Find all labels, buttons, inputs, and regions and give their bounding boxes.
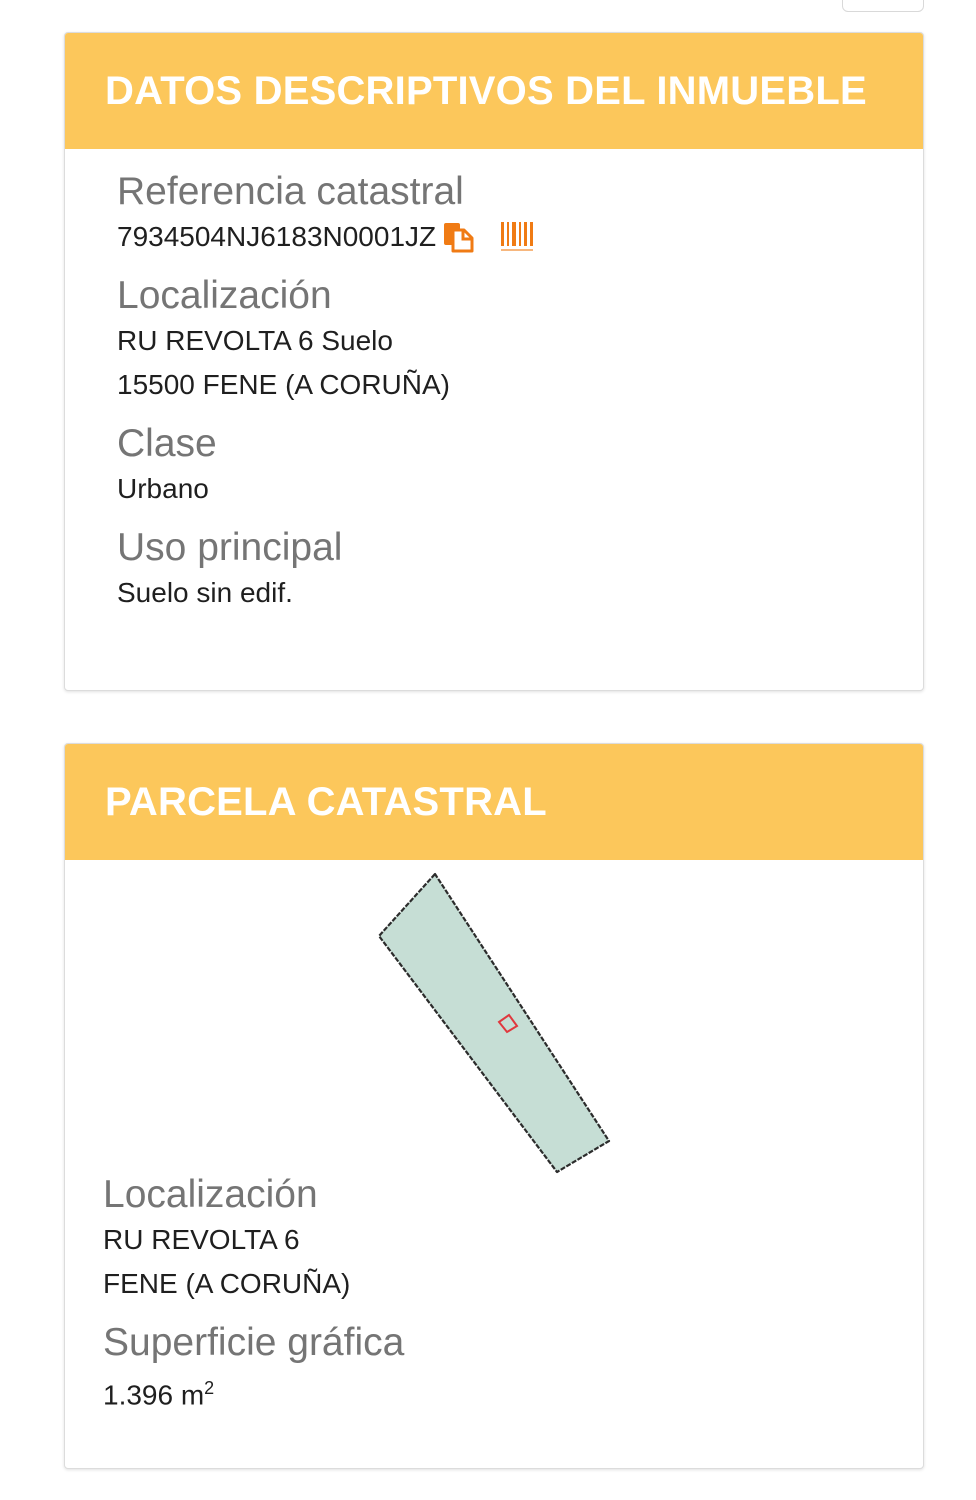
descriptive-data-body: Referencia catastral 7934504NJ6183N0001J… xyxy=(65,149,923,615)
location-line2: 15500 FENE (A CORUÑA) xyxy=(117,369,450,400)
location-field: Localización RU REVOLTA 6 Suelo 15500 FE… xyxy=(117,273,923,407)
parcel-header: PARCELA CATASTRAL xyxy=(65,744,923,860)
parcel-area-label: Superficie gráfica xyxy=(103,1321,405,1364)
location-line1: RU REVOLTA 6 Suelo xyxy=(117,325,393,356)
use-label: Uso principal xyxy=(117,526,343,569)
parcel-area-value: 1.396 m xyxy=(103,1379,205,1411)
reference-value[interactable]: 7934504NJ6183N0001JZ xyxy=(117,215,436,259)
descriptive-data-card: DATOS DESCRIPTIVOS DEL INMUEBLE Referenc… xyxy=(64,32,924,691)
reference-field: Referencia catastral 7934504NJ6183N0001J… xyxy=(117,169,923,259)
parcel-shape xyxy=(377,872,611,1174)
parcel-area-value-row: 1.396 m2 xyxy=(103,1366,404,1417)
barcode-icon[interactable] xyxy=(500,221,534,253)
parcel-title: PARCELA CATASTRAL xyxy=(105,779,547,824)
parcel-card: PARCELA CATASTRAL Localización RU REVOLT… xyxy=(64,743,924,1469)
top-button-stub[interactable] xyxy=(842,0,924,12)
parcel-location-label: Localización xyxy=(103,1173,318,1216)
parcel-location-line1: RU REVOLTA 6 xyxy=(103,1224,300,1255)
parcel-map[interactable] xyxy=(65,860,923,1190)
copy-icon[interactable] xyxy=(442,221,474,253)
class-label: Clase xyxy=(117,422,217,465)
reference-label: Referencia catastral xyxy=(117,170,464,213)
class-field: Clase Urbano xyxy=(117,421,923,511)
parcel-area-field: Superficie gráfica 1.396 m2 xyxy=(103,1320,404,1417)
descriptive-data-header: DATOS DESCRIPTIVOS DEL INMUEBLE xyxy=(65,33,923,149)
location-label: Localización xyxy=(117,274,332,317)
parcel-area-exponent: 2 xyxy=(204,1378,215,1398)
parcel-body: Localización RU REVOLTA 6 FENE (A CORUÑA… xyxy=(103,1172,404,1431)
parcel-location-line2: FENE (A CORUÑA) xyxy=(103,1268,351,1299)
descriptive-data-title: DATOS DESCRIPTIVOS DEL INMUEBLE xyxy=(105,68,867,113)
parcel-location-field: Localización RU REVOLTA 6 FENE (A CORUÑA… xyxy=(103,1172,404,1306)
reference-row: 7934504NJ6183N0001JZ xyxy=(117,215,923,259)
use-field: Uso principal Suelo sin edif. xyxy=(117,525,923,615)
use-value: Suelo sin edif. xyxy=(117,577,293,608)
class-value: Urbano xyxy=(117,473,209,504)
